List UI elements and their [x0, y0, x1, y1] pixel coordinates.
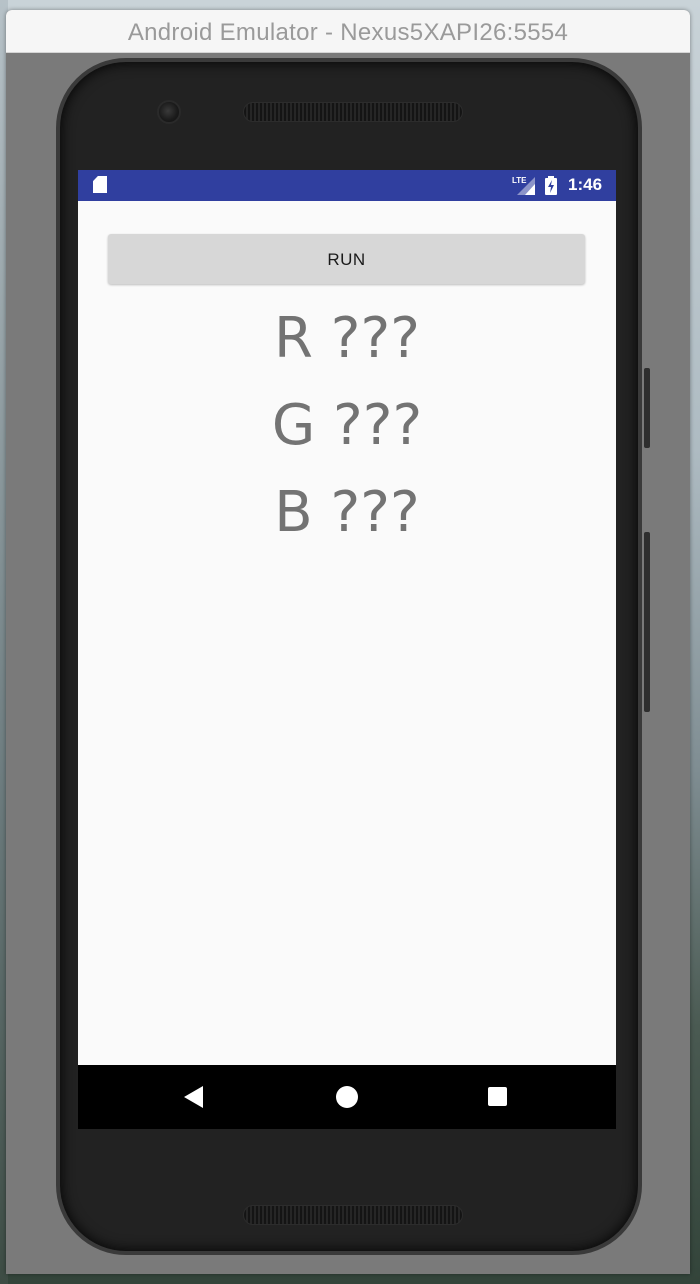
back-icon[interactable]	[184, 1086, 203, 1108]
app-content: RUN R ??? G ??? B ???	[78, 201, 616, 1065]
blue-value-label: B ???	[274, 480, 420, 545]
battery-charging-icon	[545, 176, 557, 195]
run-button[interactable]: RUN	[108, 234, 585, 284]
window-title: Android Emulator - Nexus5XAPI26:5554	[127, 19, 569, 46]
window-title-bar[interactable]: Android Emulator - Nexus5XAPI26:5554	[6, 10, 690, 53]
bottom-speaker-grille	[243, 1205, 463, 1225]
recents-icon[interactable]	[488, 1087, 507, 1106]
status-bar: LTE 1:46	[78, 170, 616, 201]
status-clock: 1:46	[568, 175, 603, 194]
top-speaker-grille	[243, 102, 463, 122]
network-type-label: LTE	[512, 176, 527, 185]
emulator-window: Android Emulator - Nexus5XAPI26:5554 LTE…	[6, 10, 690, 1274]
front-camera-icon	[157, 100, 181, 124]
volume-button[interactable]	[644, 532, 650, 712]
sd-card-icon	[93, 176, 107, 193]
home-icon[interactable]	[336, 1086, 358, 1108]
red-value-label: R ???	[274, 306, 420, 371]
green-value-label: G ???	[271, 393, 423, 458]
device-screen: LTE 1:46 RUN R ??? G ??? B ???	[78, 170, 616, 1129]
navigation-bar	[78, 1065, 616, 1129]
power-button[interactable]	[644, 368, 650, 448]
